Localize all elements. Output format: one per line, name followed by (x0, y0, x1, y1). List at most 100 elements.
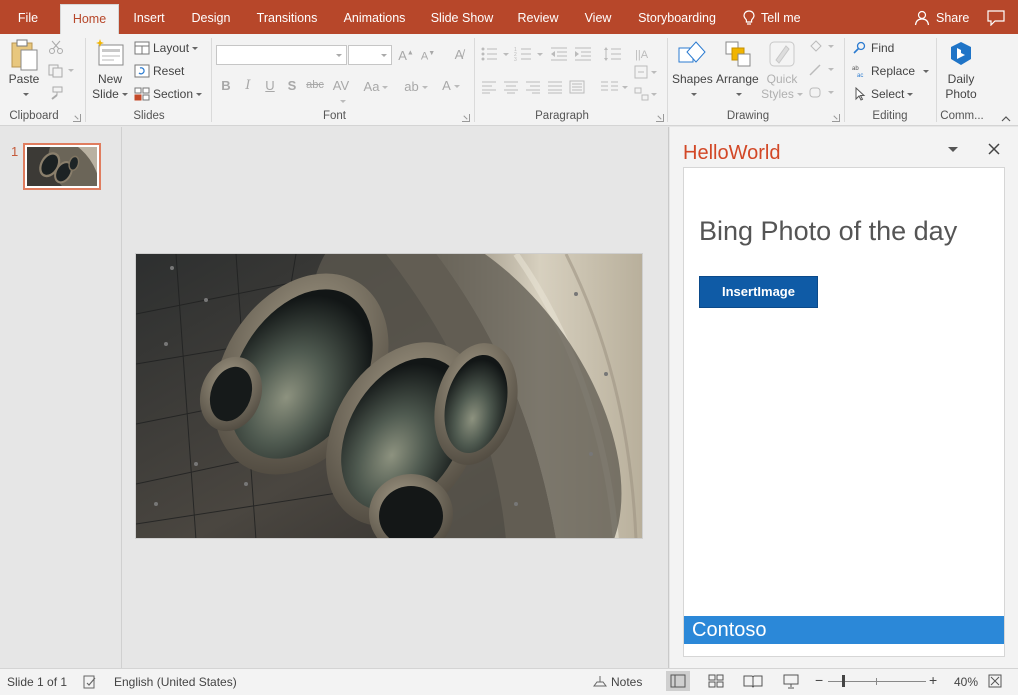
copy-icon[interactable] (48, 64, 76, 78)
tab-view[interactable]: View (577, 4, 619, 34)
task-pane-options-icon[interactable] (948, 147, 958, 152)
reset-icon (134, 64, 150, 78)
new-slide-line2: Slide (92, 87, 119, 101)
bing-logo-icon (945, 38, 977, 70)
section-button[interactable]: Section (134, 84, 203, 104)
font-launcher-icon[interactable] (462, 114, 470, 122)
layout-icon (134, 41, 150, 55)
group-separator (844, 38, 845, 122)
find-button[interactable]: Find (852, 38, 894, 58)
shapes-icon (676, 38, 708, 70)
font-size-box[interactable] (348, 45, 392, 65)
daily-photo-button[interactable]: Daily Photo (940, 38, 982, 102)
slide-show-view-button[interactable] (779, 671, 803, 691)
tab-file[interactable]: File (6, 4, 50, 34)
fit-to-window-icon[interactable] (988, 674, 1002, 688)
spelling-check-icon[interactable] (82, 674, 98, 690)
highlight-icon[interactable]: ab (402, 79, 430, 94)
shapes-label: Shapes (672, 72, 713, 86)
decrease-font-icon[interactable]: A▼ (420, 50, 436, 63)
arrange-button[interactable]: Arrange (716, 38, 759, 102)
columns-icon[interactable] (600, 80, 630, 94)
group-separator (936, 38, 937, 122)
quick-styles-line2: Styles (761, 87, 794, 101)
replace-button[interactable]: ab ac Replace (852, 61, 930, 81)
group-separator (667, 38, 668, 122)
font-group-label: Font (322, 110, 346, 122)
find-label: Find (871, 41, 895, 55)
zoom-in-button[interactable]: + (929, 672, 937, 688)
text-direction-icon[interactable]: ||A (634, 46, 658, 62)
insert-image-button[interactable]: InsertImage (699, 276, 818, 308)
addin-task-pane: HelloWorld Bing Photo of the day InsertI… (670, 127, 1018, 668)
shape-outline-icon[interactable] (808, 63, 836, 77)
slide-thumbnail[interactable] (23, 140, 101, 201)
paste-button[interactable]: Paste (6, 38, 42, 102)
zoom-out-button[interactable]: − (815, 672, 823, 688)
notes-button[interactable]: Notes (593, 675, 642, 689)
new-slide-button[interactable]: New Slide (90, 38, 130, 102)
numbering-icon[interactable]: 123 (514, 46, 544, 63)
svg-text:3: 3 (514, 57, 517, 62)
tab-home[interactable]: Home (60, 4, 119, 34)
font-name-box[interactable] (216, 45, 347, 65)
layout-button[interactable]: Layout (134, 38, 199, 58)
share-button[interactable]: Share (914, 4, 969, 32)
clear-formatting-icon[interactable]: A̸ (450, 47, 468, 62)
shape-fill-icon[interactable] (808, 40, 836, 54)
quick-styles-line1: Quick (766, 72, 798, 86)
change-case-icon[interactable]: Aa (362, 79, 390, 94)
tab-review[interactable]: Review (511, 4, 565, 34)
tab-storyboarding[interactable]: Storyboarding (631, 4, 723, 34)
zoom-level[interactable]: 40% (954, 675, 978, 689)
quick-styles-icon (766, 38, 798, 70)
decrease-indent-icon[interactable] (550, 46, 568, 62)
font-color-icon[interactable]: A (440, 78, 462, 93)
shapes-button[interactable]: Shapes (672, 38, 713, 102)
space-shuttle-engines-photo[interactable] (136, 254, 643, 539)
drawing-launcher-icon[interactable] (832, 114, 840, 122)
bold-icon[interactable]: B (220, 78, 232, 93)
text-shadow-icon[interactable]: S (286, 78, 298, 93)
clipboard-launcher-icon[interactable] (73, 114, 81, 122)
underline-icon[interactable]: U (264, 78, 276, 93)
tab-insert[interactable]: Insert (127, 4, 171, 34)
editing-group-label: Editing (872, 110, 908, 122)
normal-view-button[interactable] (666, 671, 690, 691)
strikethrough-icon[interactable]: abc (305, 79, 325, 91)
zoom-slider-thumb[interactable] (842, 675, 845, 687)
reset-button[interactable]: Reset (134, 61, 184, 81)
cut-icon[interactable] (48, 40, 64, 54)
close-icon[interactable] (986, 141, 1002, 157)
bullets-icon[interactable] (480, 46, 510, 62)
comments-icon[interactable] (987, 10, 1005, 27)
daily-photo-line2: Photo (945, 87, 977, 101)
smartart-icon[interactable] (634, 86, 658, 102)
tab-slide-show[interactable]: Slide Show (425, 4, 499, 34)
character-spacing-icon[interactable]: AV (330, 78, 352, 108)
slide-sorter-view-button[interactable] (704, 671, 728, 691)
slide-counter[interactable]: Slide 1 of 1 (7, 675, 67, 689)
svg-text:ac: ac (857, 73, 863, 78)
tab-transitions[interactable]: Transitions (250, 4, 324, 34)
increase-indent-icon[interactable] (574, 46, 592, 62)
slide-canvas[interactable] (135, 253, 643, 539)
increase-font-icon[interactable]: A▲ (398, 48, 414, 63)
group-separator (474, 38, 475, 122)
tell-me-box[interactable]: Tell me (743, 4, 801, 32)
language-status[interactable]: English (United States) (114, 675, 237, 689)
tab-animations[interactable]: Animations (336, 4, 413, 34)
ribbon-tab-bar: File Home Insert Design Transitions Anim… (0, 0, 1018, 34)
line-spacing-icon[interactable] (603, 46, 627, 62)
reading-view-button[interactable] (741, 671, 765, 691)
tab-design[interactable]: Design (184, 4, 238, 34)
slides-group-label: Slides (133, 110, 165, 122)
select-button[interactable]: Select (852, 84, 914, 104)
paragraph-launcher-icon[interactable] (656, 114, 664, 122)
quick-styles-button[interactable]: Quick Styles (760, 38, 804, 102)
italic-icon[interactable]: I (242, 78, 254, 93)
align-text-icon[interactable] (634, 64, 658, 80)
shape-effects-icon[interactable] (808, 86, 836, 100)
collapse-ribbon-icon[interactable] (1001, 112, 1011, 122)
format-painter-icon[interactable] (48, 86, 64, 100)
